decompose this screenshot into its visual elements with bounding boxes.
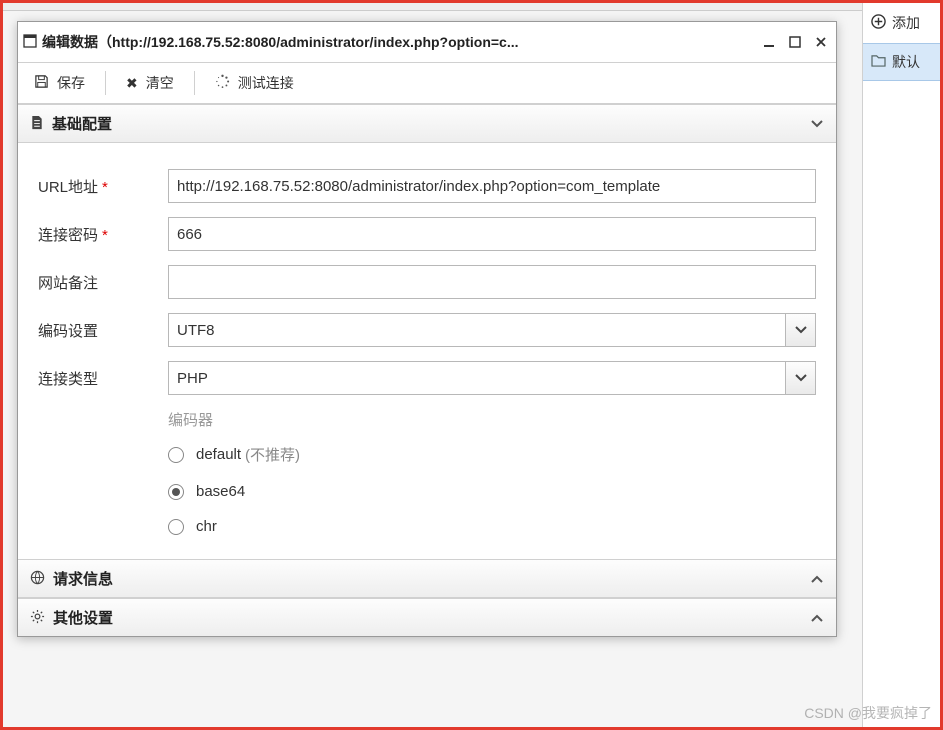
toolbar: 保存 ✖ 清空 测试连接 (18, 63, 836, 104)
sidebar: 添加 默认 (862, 3, 940, 727)
folder-icon (871, 54, 886, 70)
minimize-button[interactable] (760, 33, 778, 51)
radio-icon (168, 447, 184, 463)
save-button[interactable]: 保存 (18, 63, 101, 103)
folder-label: 默认 (892, 52, 920, 72)
watermark: CSDN @我要疯掉了 (804, 703, 932, 723)
url-label: URL地址* (38, 176, 168, 197)
edit-data-dialog: 编辑数据（http://192.168.75.52:8080/administr… (17, 21, 837, 637)
test-connection-button[interactable]: 测试连接 (199, 63, 310, 103)
conntype-label: 连接类型 (38, 368, 168, 389)
encoding-label: 编码设置 (38, 320, 168, 341)
encoder-group-label: 编码器 (168, 409, 816, 430)
gear-icon (30, 609, 45, 627)
password-label: 连接密码* (38, 224, 168, 245)
clear-label: 清空 (146, 73, 174, 93)
encoder-option-base64[interactable]: base64 (168, 483, 816, 500)
clear-icon: ✖ (126, 75, 138, 92)
panel-basic-header[interactable]: 基础配置 (18, 104, 836, 143)
radio-label: chr (196, 518, 217, 535)
sidebar-item-default[interactable]: 默认 (863, 43, 940, 81)
add-label: 添加 (892, 13, 920, 33)
window-icon (18, 34, 42, 51)
plus-circle-icon (871, 14, 886, 32)
conntype-value: PHP (169, 362, 785, 394)
window-title: 编辑数据（http://192.168.75.52:8080/administr… (42, 22, 760, 62)
encoding-value: UTF8 (169, 314, 785, 346)
chevron-down-icon (810, 116, 824, 132)
save-label: 保存 (57, 73, 85, 93)
radio-icon (168, 484, 184, 500)
chevron-up-icon (810, 610, 824, 626)
radio-note: (不推荐) (245, 444, 300, 465)
panel-other-header[interactable]: 其他设置 (18, 598, 836, 636)
chevron-down-icon[interactable] (785, 314, 815, 346)
globe-icon (30, 570, 45, 588)
maximize-button[interactable] (786, 33, 804, 51)
remark-label: 网站备注 (38, 272, 168, 293)
encoding-select[interactable]: UTF8 (168, 313, 816, 347)
panel-basic-title: 基础配置 (52, 113, 810, 134)
chevron-up-icon (810, 571, 824, 587)
radio-icon (168, 519, 184, 535)
encoder-option-chr[interactable]: chr (168, 518, 816, 535)
radio-label: base64 (196, 483, 245, 500)
clear-button[interactable]: ✖ 清空 (110, 63, 190, 103)
save-icon (34, 74, 49, 92)
panel-request-title: 请求信息 (53, 568, 810, 589)
panel-basic-body: URL地址* 连接密码* 网站备注 编码设置 UTF8 (18, 143, 836, 559)
url-input[interactable] (168, 169, 816, 203)
title-bar: 编辑数据（http://192.168.75.52:8080/administr… (18, 22, 836, 63)
chevron-down-icon[interactable] (785, 362, 815, 394)
radio-label: default (196, 446, 241, 463)
panel-request-header[interactable]: 请求信息 (18, 559, 836, 598)
remark-input[interactable] (168, 265, 816, 299)
panel-other-title: 其他设置 (53, 607, 810, 628)
test-label: 测试连接 (238, 73, 294, 93)
document-icon (30, 115, 44, 133)
spinner-icon (215, 74, 230, 92)
conntype-select[interactable]: PHP (168, 361, 816, 395)
encoder-option-default[interactable]: default (不推荐) (168, 444, 816, 465)
close-button[interactable] (812, 33, 830, 51)
add-button[interactable]: 添加 (863, 3, 940, 43)
password-input[interactable] (168, 217, 816, 251)
